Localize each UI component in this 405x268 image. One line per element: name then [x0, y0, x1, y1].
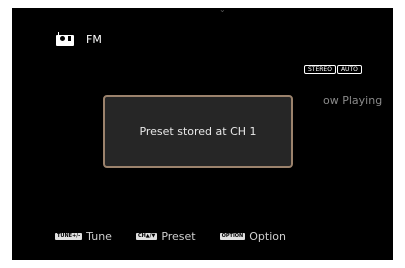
radio-icon: [56, 32, 74, 46]
screen: ⌄ FM STEREO AUTO ow Playing Preset store…: [12, 8, 393, 260]
footer-hints: TUNE+/- Tune CH▲/▼ Preset OPTION Option: [55, 230, 310, 243]
option-label: Option: [249, 230, 286, 243]
source-indicator: FM: [56, 32, 102, 46]
stereo-badge: STEREO: [304, 65, 336, 74]
preset-hint[interactable]: CH▲/▼ Preset: [135, 230, 196, 243]
option-hint[interactable]: OPTION Option: [219, 230, 286, 243]
tune-label: Tune: [86, 230, 112, 243]
status-indicators: STEREO AUTO: [304, 65, 362, 74]
now-playing-label: ow Playing: [323, 94, 383, 107]
preset-stored-popup: Preset stored at CH 1: [103, 95, 293, 168]
tune-hint[interactable]: TUNE+/- Tune: [55, 230, 112, 243]
tune-key-badge: TUNE+/-: [55, 233, 83, 240]
caret-down-icon: ⌄: [219, 8, 226, 14]
preset-key-badge: CH▲/▼: [135, 233, 158, 240]
auto-badge: AUTO: [336, 65, 362, 74]
popup-message: Preset stored at CH 1: [139, 125, 257, 138]
source-label: FM: [86, 32, 102, 46]
preset-label: Preset: [161, 230, 196, 243]
option-key-badge: OPTION: [219, 233, 246, 240]
